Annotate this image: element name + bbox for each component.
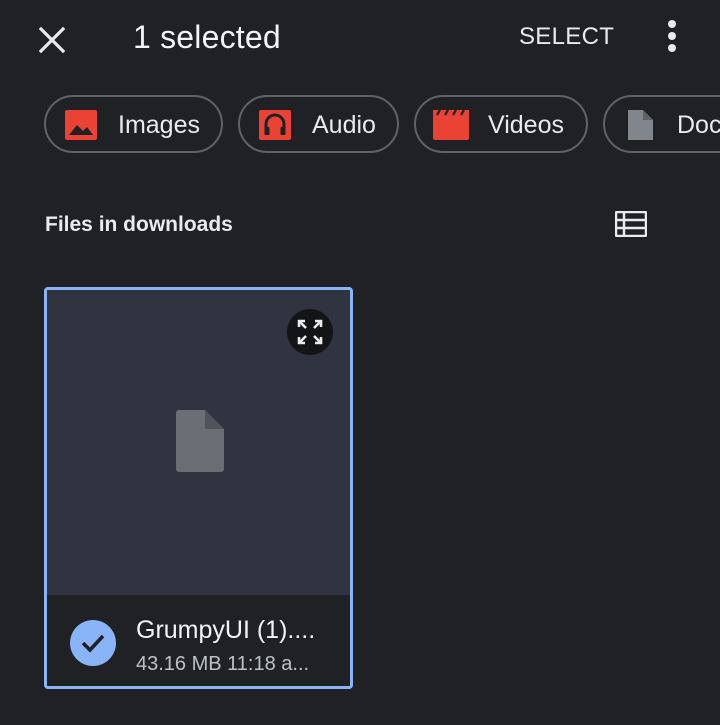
chip-documents[interactable]: Doc — [603, 95, 720, 153]
document-icon — [628, 110, 653, 140]
expand-icon — [297, 319, 323, 345]
select-button[interactable]: SELECT — [519, 20, 614, 54]
close-icon — [38, 26, 66, 54]
file-card[interactable]: GrumpyUI (1).... 43.16 MB 11:18 a... — [44, 287, 353, 689]
chip-label: Audio — [312, 111, 376, 139]
list-view-icon — [615, 211, 647, 237]
chip-videos[interactable]: Videos — [414, 95, 588, 153]
list-view-toggle[interactable] — [608, 204, 654, 244]
chip-images[interactable]: Images — [44, 95, 223, 153]
chip-label: Videos — [488, 111, 564, 139]
selection-count-title: 1 selected — [133, 19, 281, 55]
expand-preview-button[interactable] — [287, 309, 333, 355]
file-info: GrumpyUI (1).... 43.16 MB 11:18 a... — [47, 595, 350, 686]
chip-label: Images — [118, 111, 200, 139]
headphones-icon — [259, 110, 291, 140]
file-preview — [47, 290, 350, 595]
more-options-button[interactable] — [652, 14, 692, 58]
file-meta: 43.16 MB 11:18 a... — [136, 653, 310, 675]
top-app-bar: 1 selected SELECT — [0, 0, 720, 80]
chip-audio[interactable]: Audio — [238, 95, 399, 153]
close-button[interactable] — [30, 18, 74, 62]
category-chips: Images Audio Videos Doc — [0, 95, 720, 157]
more-vert-icon — [668, 20, 676, 52]
chip-label: Doc — [677, 111, 720, 139]
file-icon — [176, 410, 224, 472]
selected-check[interactable] — [70, 620, 116, 666]
section-title: Files in downloads — [45, 213, 233, 236]
check-icon — [81, 634, 105, 653]
clapperboard-icon — [433, 109, 469, 140]
image-icon — [65, 110, 97, 140]
file-name: GrumpyUI (1).... — [136, 616, 316, 644]
